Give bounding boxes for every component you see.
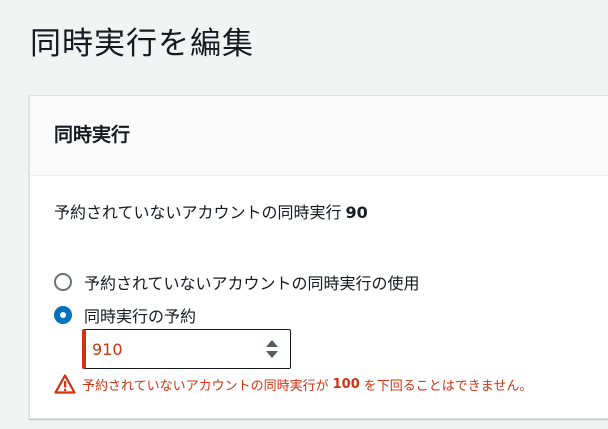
unreserved-concurrency-label: 予約されていないアカウントの同時実行	[54, 203, 342, 222]
reserved-concurrency-input-wrapper	[82, 329, 291, 369]
panel-body: 予約されていないアカウントの同時実行 90 予約されていないアカウントの同時実行の…	[30, 176, 608, 419]
unreserved-concurrency-value: 90	[345, 203, 368, 222]
error-text-suffix: を下回ることはできません。	[363, 378, 533, 394]
page-title: 同時実行を編集	[30, 26, 254, 62]
radio-label-use-unreserved: 予約されていないアカウントの同時実行の使用	[84, 274, 420, 293]
error-text-prefix: 予約されていないアカウントの同時実行が	[82, 378, 329, 394]
error-min-value: 100	[332, 376, 360, 392]
stepper-up-icon[interactable]	[266, 340, 278, 347]
unreserved-concurrency-info: 予約されていないアカウントの同時実行 90	[54, 199, 368, 223]
radio-button-checked[interactable]	[54, 306, 72, 324]
concurrency-panel: 同時実行 予約されていないアカウントの同時実行 90 予約されていないアカウントの…	[29, 95, 608, 419]
radio-reserve-concurrency[interactable]: 同時実行の予約	[54, 303, 196, 327]
panel-header: 同時実行	[30, 96, 608, 176]
number-stepper-icon[interactable]	[266, 340, 278, 358]
warning-icon	[54, 374, 76, 394]
panel-title: 同時実行	[54, 124, 131, 146]
radio-label-reserve-concurrency: 同時実行の予約	[84, 307, 197, 326]
stepper-down-icon[interactable]	[266, 351, 278, 358]
reserved-concurrency-input[interactable]	[86, 330, 246, 368]
radio-button-unchecked[interactable]	[54, 273, 72, 291]
radio-use-unreserved[interactable]: 予約されていないアカウントの同時実行の使用	[54, 270, 420, 294]
error-message: 予約されていないアカウントの同時実行が 100 を下回ることはできません。	[54, 374, 532, 394]
